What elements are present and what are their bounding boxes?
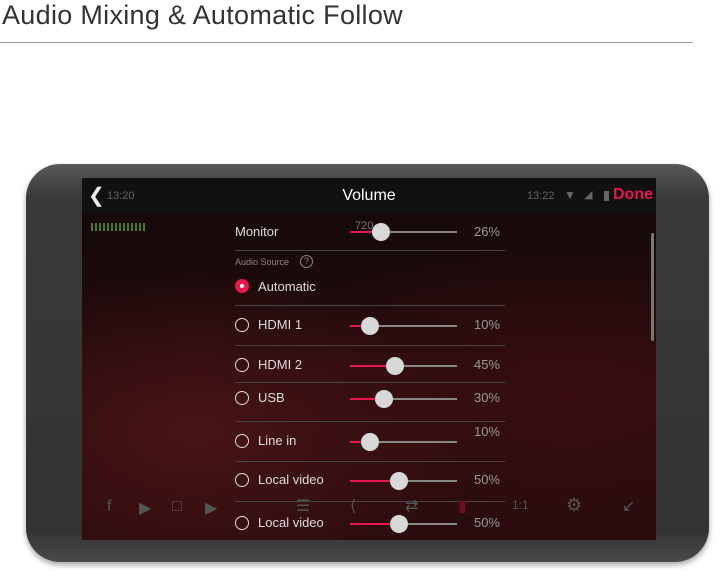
source-volume-slider[interactable] xyxy=(350,357,457,375)
wifi-icon: ▼ xyxy=(564,188,576,202)
help-icon[interactable]: ? xyxy=(300,255,313,268)
source-radio[interactable] xyxy=(235,473,249,487)
divider xyxy=(235,421,505,422)
slider-knob[interactable] xyxy=(389,472,408,490)
facebook-icon[interactable]: f xyxy=(107,498,111,516)
aspect-ratio-icon[interactable]: 1:1 xyxy=(512,498,529,512)
slider-knob[interactable] xyxy=(361,433,380,451)
audio-level-meter xyxy=(91,223,147,231)
volume-icon[interactable]: ▮ xyxy=(458,496,467,516)
scrollbar[interactable] xyxy=(651,233,654,341)
source-radio[interactable] xyxy=(235,318,249,332)
source-volume-value: 30% xyxy=(473,390,500,405)
status-time: 13:22 xyxy=(527,190,555,202)
divider xyxy=(235,382,505,383)
source-label: Line in xyxy=(258,433,297,448)
share-icon[interactable]: ⟨ xyxy=(350,496,356,516)
heading-divider xyxy=(0,42,693,43)
twitch-icon[interactable]: □ xyxy=(172,498,182,516)
page-heading: Audio Mixing & Automatic Follow xyxy=(2,0,403,30)
source-volume-slider[interactable] xyxy=(350,433,457,451)
source-volume-slider[interactable] xyxy=(350,317,457,335)
done-button[interactable]: Done xyxy=(613,186,653,204)
source-volume-value: 10% xyxy=(473,317,500,332)
gear-icon[interactable]: ⚙ xyxy=(566,495,582,516)
divider xyxy=(235,461,505,462)
top-bar: ❮ 13:20 Volume 13:22 ▼ ◢ Done xyxy=(82,178,656,214)
bottom-toolbar: f ▶ □ ▶ ☰ ⟨ ⇄ ▮ 1:1 ⚙ ↙ xyxy=(82,490,656,540)
monitor-slider[interactable] xyxy=(350,223,457,241)
source-label: Local video xyxy=(258,472,324,487)
source-volume-value: 45% xyxy=(473,357,500,372)
source-volume-value: 50% xyxy=(473,472,500,487)
source-radio[interactable] xyxy=(235,391,249,405)
monitor-label: Monitor xyxy=(235,224,279,239)
divider xyxy=(235,250,505,251)
collapse-icon[interactable]: ↙ xyxy=(622,496,635,516)
source-volume-slider[interactable] xyxy=(350,390,457,408)
automatic-label: Automatic xyxy=(258,279,316,294)
source-label: USB xyxy=(258,390,285,405)
slider-knob[interactable] xyxy=(385,357,404,375)
monitor-value: 26% xyxy=(473,224,500,239)
battery-icon xyxy=(604,191,609,201)
play-icon[interactable]: ▶ xyxy=(205,498,217,518)
source-radio[interactable] xyxy=(235,434,249,448)
source-volume-value: 10% xyxy=(473,424,500,439)
automatic-radio[interactable] xyxy=(235,279,249,293)
source-label: HDMI 2 xyxy=(258,357,303,372)
source-radio[interactable] xyxy=(235,358,249,372)
slider-knob[interactable] xyxy=(372,223,391,241)
slider-knob[interactable] xyxy=(375,390,394,408)
source-volume-slider[interactable] xyxy=(350,472,457,490)
layers-icon[interactable]: ☰ xyxy=(296,496,310,516)
switch-icon[interactable]: ⇄ xyxy=(405,496,418,516)
divider xyxy=(235,305,505,306)
audio-source-label: Audio Source xyxy=(235,257,290,267)
volume-screen: ❮ 13:20 Volume 13:22 ▼ ◢ Done Monitor 72… xyxy=(82,178,656,540)
youtube-icon[interactable]: ▶ xyxy=(139,498,151,518)
divider xyxy=(235,345,505,346)
source-label: HDMI 1 xyxy=(258,317,303,332)
signal-icon: ◢ xyxy=(584,189,593,201)
slider-knob[interactable] xyxy=(361,317,380,335)
